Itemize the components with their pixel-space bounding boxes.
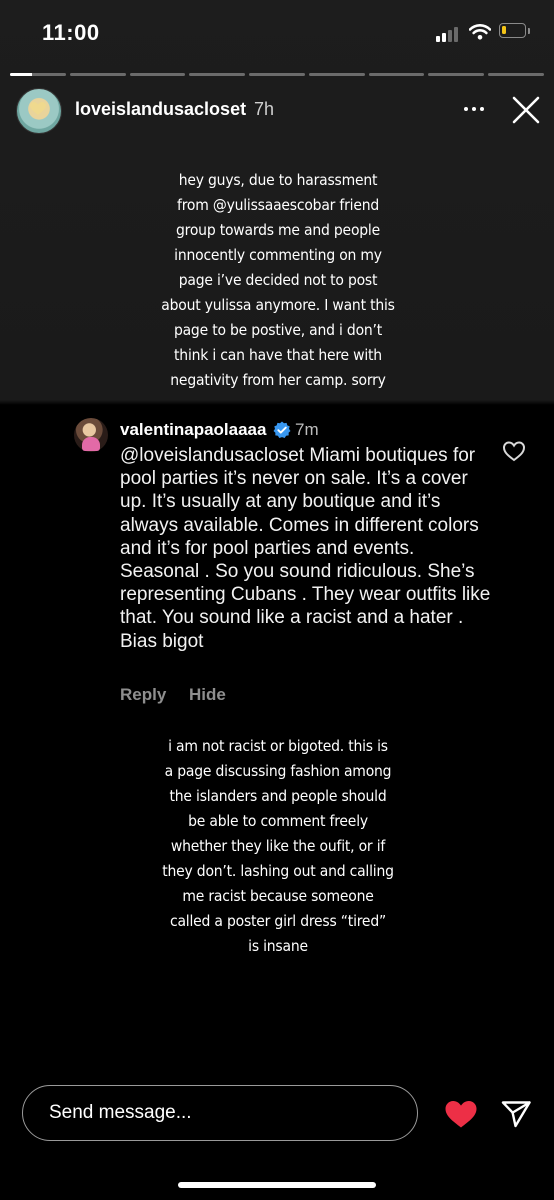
story-progress-segment [129,73,186,76]
text-line: whether they like the oufit, or if [170,837,386,855]
story-progress-segment [308,73,365,76]
comment-avatar-detail [82,437,100,451]
text-line: group towards me and people [176,221,380,239]
text-line: called a poster girl dress “tired” [169,912,386,930]
text-line: from @yulissaaescobar friend [176,196,380,214]
story-progress-segment [189,73,246,76]
story-username[interactable]: loveislandusacloset [75,99,246,120]
text-line: about yulissa anymore. I want this [161,296,395,314]
story-progress-segment [10,73,66,76]
comment-username[interactable]: valentinapaolaaaa [120,420,266,440]
comment-text: @loveislandusacloset Miami boutiques for… [120,445,491,652]
send-message-input[interactable] [22,1085,418,1141]
text-line: be able to comment freely [188,812,368,830]
status-time: 11:00 [42,20,100,45]
text-line: me racist because someone [182,887,374,905]
text-line: page to be postive, and i don’t [173,321,383,339]
story-viewer[interactable]: 11:00 loveislandusacloset 7h hey guys, d… [0,0,554,1200]
story-progress-segment [368,73,425,76]
wifi-icon [469,24,491,40]
text-line: negativity from her camp. sorry [170,371,386,389]
story-time-ago: 7h [254,99,275,119]
cellular-signal-icon [436,26,462,42]
text-line: is insane [248,937,308,955]
story-progress-segment [69,73,126,76]
more-horizontal-icon[interactable] [462,99,486,119]
battery-icon [499,23,526,38]
story-progress-bar [10,73,545,76]
heart-filled-icon[interactable] [444,1099,478,1129]
text-line: hey guys, due to harassment [178,171,378,189]
text-line: they don’t. lashing out and calling [162,862,394,880]
close-icon[interactable] [511,95,541,125]
home-indicator [178,1182,376,1188]
text-line: i am not racist or bigoted. this is [168,737,388,755]
battery-level [502,26,506,34]
story-text-bottom: i am not racist or bigoted. this is a pa… [160,734,396,959]
story-progress-segment [488,73,545,76]
story-progress-segment [249,73,305,76]
send-icon[interactable] [500,1099,532,1129]
status-bar: 11:00 [0,0,554,62]
avatar-heart-logo-icon [30,102,46,115]
text-line: innocently commenting on my [174,246,382,264]
verified-badge-icon [273,421,291,438]
heart-outline-icon[interactable] [502,440,526,462]
text-line: a page discussing fashion among [164,762,392,780]
story-text-top: hey guys, due to harassment from @yuliss… [160,168,396,393]
comment-time-ago: 7m [295,420,319,439]
text-line: think i can have that here with [174,346,382,364]
reply-button[interactable]: Reply [120,685,166,705]
story-progress-segment [428,73,485,76]
text-line: the islanders and people should [169,787,387,805]
battery-cap [528,28,530,34]
hide-button[interactable]: Hide [189,685,226,705]
text-line: page i’ve decided not to post [178,271,378,289]
